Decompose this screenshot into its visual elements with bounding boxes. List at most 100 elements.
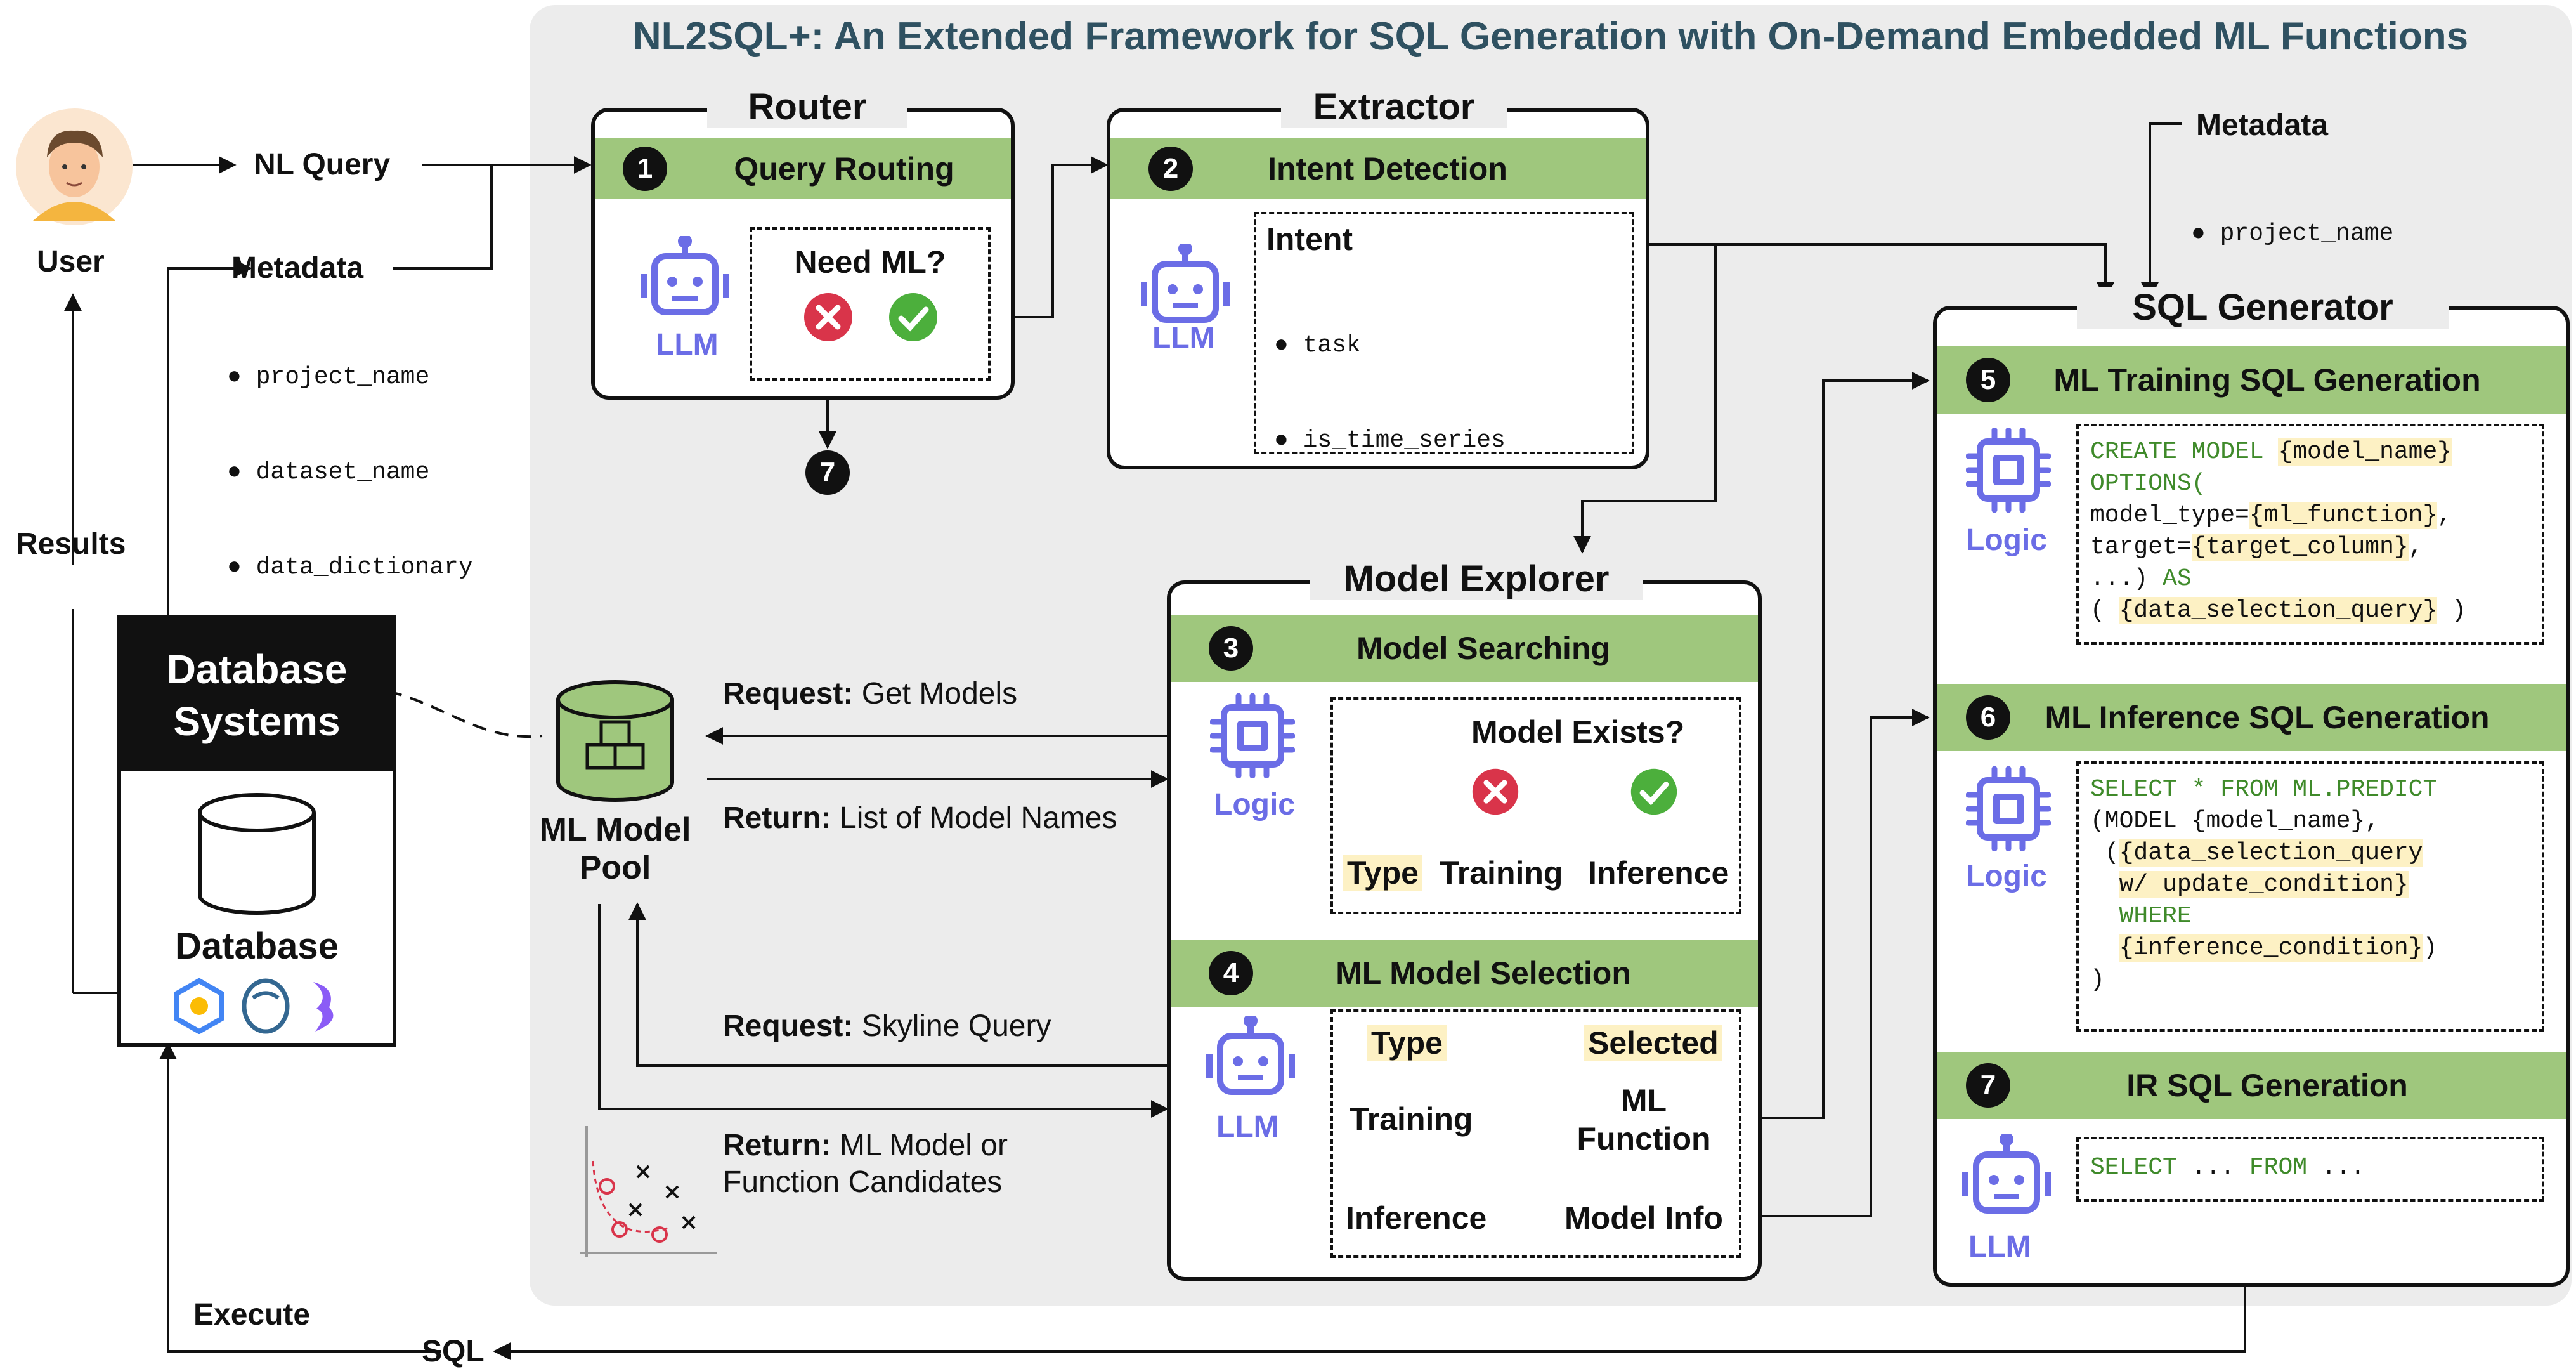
code-token: ,: [2408, 534, 2423, 561]
cross-icon: [1472, 768, 1519, 815]
code-line: w/ update_condition}: [2090, 869, 2437, 901]
intent-box: Intent ● task ● is_time_series ● target_…: [1254, 212, 1634, 454]
selection-selected-label: Selected: [1584, 1025, 1722, 1061]
code-token: ...: [2307, 1154, 2365, 1181]
extractor-icon-label: LLM: [1152, 322, 1215, 355]
model-selection-band: ML Model Selection: [1171, 940, 1758, 1007]
ir-sql-code: SELECT ... FROM ...: [2090, 1152, 2365, 1184]
code-token: ): [2437, 597, 2466, 624]
code-token: WHERE: [2119, 903, 2192, 930]
code-token: ,: [2365, 808, 2380, 835]
code-token: w/ update_condition}: [2119, 871, 2409, 898]
model-exists-box: Model Exists? Type Training Inference: [1330, 697, 1741, 914]
router-title: Router: [707, 86, 907, 128]
database-icon: [198, 793, 316, 915]
metadata-left-title: Metadata: [231, 251, 364, 285]
code-token: ): [2090, 966, 2105, 993]
code-token: ...: [2176, 1154, 2249, 1181]
code-token: ,: [2437, 502, 2452, 529]
return-model-names: Return: List of Model Names: [723, 801, 1117, 835]
robot-icon: [1206, 1016, 1295, 1095]
code-line: WHERE: [2090, 901, 2437, 933]
selection-type-label: Type: [1367, 1025, 1447, 1061]
code-token: {data_selection_query}: [2119, 597, 2438, 624]
ir-sql-code-box: SELECT ... FROM ...: [2076, 1137, 2544, 1202]
training-sql-band: ML Training SQL Generation: [1937, 346, 2566, 414]
ir-sql-band: IR SQL Generation: [1937, 1052, 2566, 1119]
router-box: Query Routing 1 LLM Need ML?: [591, 108, 1015, 400]
code-line: OPTIONS(: [2090, 468, 2466, 500]
return-candidates: Return: ML Model or: [723, 1129, 1008, 1162]
metadata-left-item: ● dataset_name: [227, 459, 430, 486]
code-token: {inference_condition}: [2119, 934, 2423, 962]
inference-sql-band: ML Inference SQL Generation: [1937, 684, 2566, 751]
robot-icon: [1141, 244, 1230, 323]
results-label: Results: [16, 527, 126, 561]
sql-generator-title: SQL Generator: [2077, 287, 2449, 329]
code-token: {target_column}: [2191, 534, 2409, 561]
cross-icon: [804, 293, 852, 341]
code-token: (: [2090, 839, 2119, 867]
database-label: Database: [175, 926, 339, 967]
code-token: target=: [2090, 534, 2192, 561]
router-step-number: 1: [623, 147, 667, 191]
robot-icon: [1962, 1134, 2051, 1214]
model-searching-icon-label: Logic: [1214, 788, 1295, 822]
code-token: AS: [2163, 565, 2192, 593]
ml-function-label: ML Function: [1577, 1083, 1711, 1156]
diagram-canvas: NL2SQL+: An Extended Framework for SQL G…: [0, 0, 2576, 1368]
model-pool-icon: [556, 680, 674, 802]
user-avatar-icon: [16, 108, 133, 225]
model-info-label: Model Info: [1564, 1200, 1723, 1236]
training-sql-code-box: CREATE MODEL {model_name} OPTIONS( model_t…: [2076, 424, 2544, 645]
code-token: CREATE MODEL: [2090, 438, 2279, 466]
chip-icon: [1966, 766, 2051, 851]
code-token: {ml_function}: [2249, 502, 2438, 529]
model-searching-band: Model Searching: [1171, 615, 1758, 682]
return-candidates-line2: Function Candidates: [723, 1165, 1003, 1199]
code-token: (MODEL: [2090, 808, 2192, 835]
training-sql-code: CREATE MODEL {model_name} OPTIONS( model_t…: [2090, 436, 2466, 627]
intent-item: ● task: [1274, 332, 1361, 359]
arrow-mlfunction-training: [1736, 372, 1930, 1119]
extractor-title: Extractor: [1281, 86, 1507, 128]
model-searching-step-number: 3: [1209, 626, 1253, 671]
code-token: ): [2423, 934, 2438, 962]
code-token: FROM: [2249, 1154, 2308, 1181]
scatter-plot-icon: [580, 1126, 717, 1257]
code-token: OPTIONS(: [2090, 470, 2206, 497]
inference-sql-icon-label: Logic: [1966, 860, 2047, 893]
selection-training-label: Training: [1350, 1101, 1473, 1137]
code-line: SELECT ... FROM ...: [2090, 1152, 2365, 1184]
check-icon: [1630, 768, 1677, 815]
code-line: target={target_column},: [2090, 532, 2466, 563]
selection-box: Type Selected Training ML Function Infere…: [1330, 1009, 1741, 1258]
intent-item: ● is_time_series: [1274, 427, 1506, 454]
inference-sql-code-box: SELECT * FROM ML.PREDICT (MODEL {model_na…: [2076, 761, 2544, 1032]
code-line: ( {data_selection_query} ): [2090, 595, 2466, 627]
router-icon-label: LLM: [656, 328, 719, 362]
need-ml-question: Need ML?: [794, 244, 946, 280]
code-token: ...): [2090, 565, 2163, 593]
code-token: SELECT * FROM ML.PREDICT: [2090, 776, 2438, 803]
model-exists-question: Model Exists?: [1471, 714, 1685, 750]
metadata-right-title: Metadata: [2196, 108, 2329, 142]
model-explorer-box: Model Searching 3 Logic Model Exists? Ty…: [1167, 580, 1762, 1281]
code-line: model_type={ml_function},: [2090, 500, 2466, 532]
code-line: SELECT * FROM ML.PREDICT: [2090, 774, 2437, 806]
database-logos-icon: [174, 978, 334, 1034]
dashed-db-pool: [387, 690, 543, 738]
code-token: {data_selection_query: [2119, 839, 2423, 867]
intent-list: ● task ● is_time_series ● target_column …: [1274, 266, 1578, 466]
model-selection-icon-label: LLM: [1216, 1110, 1279, 1144]
ir-sql-step-number: 7: [1966, 1063, 2010, 1108]
training-sql-icon-label: Logic: [1966, 523, 2047, 557]
code-line: CREATE MODEL {model_name}: [2090, 436, 2466, 468]
arrow-sqlgen-sql: [493, 1281, 2246, 1360]
metadata-left-item: ● data_dictionary: [227, 554, 473, 581]
training-sql-step-number: 5: [1966, 358, 2010, 402]
code-token: (: [2090, 597, 2119, 624]
code-line: ...) AS: [2090, 563, 2466, 595]
